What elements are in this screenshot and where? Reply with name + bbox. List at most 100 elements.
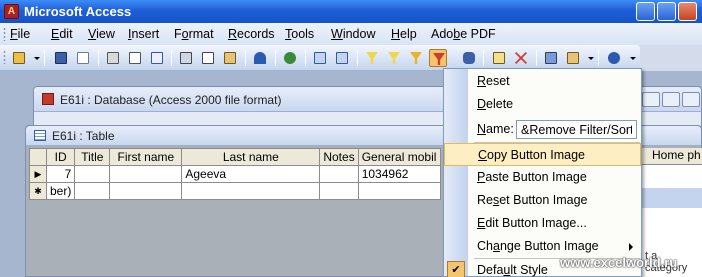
apply-filter-icon[interactable] [407, 49, 425, 67]
menu-item-label: Default Style [477, 263, 548, 277]
sort-ascending-icon[interactable] [311, 49, 329, 67]
toolbar-separator [171, 50, 172, 66]
table-cell[interactable] [181, 182, 321, 200]
remove-filter-sort-icon[interactable] [429, 49, 447, 67]
menu-item-reset-button-image[interactable]: Reset Button Image [444, 189, 641, 212]
table-cell[interactable]: Ageeva [181, 165, 321, 183]
menu-edit[interactable]: Edit [51, 27, 73, 41]
toolbar-options-arrow[interactable] [630, 57, 636, 60]
database-window-icon[interactable] [542, 49, 560, 67]
table-cell[interactable] [109, 182, 183, 200]
search-file-icon[interactable] [74, 49, 92, 67]
menu-item-delete[interactable]: Delete [444, 93, 641, 116]
table-cell[interactable] [319, 182, 359, 200]
menu-item-label: Reset Button Image [477, 193, 588, 207]
title-bar: A Microsoft Access [0, 0, 702, 23]
menu-item-copy-button-image[interactable]: Copy Button Image [444, 143, 641, 166]
column-header[interactable]: General mobil [357, 148, 441, 166]
paste-icon[interactable] [221, 49, 239, 67]
cut-icon[interactable] [177, 49, 195, 67]
menubar-grip[interactable] [3, 27, 6, 41]
save-icon[interactable] [52, 49, 70, 67]
new-record-icon[interactable] [490, 49, 508, 67]
toolbar-separator [305, 50, 306, 66]
database-maximize-button[interactable] [662, 92, 680, 107]
menu-adobe-pdf[interactable]: Adobe PDF [431, 27, 496, 41]
database-window-title: E61i : Database (Access 2000 file format… [60, 93, 282, 107]
submenu-arrow-icon [629, 243, 633, 251]
menu-file[interactable]: File [10, 27, 30, 41]
copy-icon[interactable] [199, 49, 217, 67]
button-name-field[interactable] [516, 120, 637, 139]
menu-insert[interactable]: Insert [128, 27, 159, 41]
menu-item-label: Paste Button Image [477, 170, 587, 184]
menu-format[interactable]: Format [174, 27, 214, 41]
view-dropdown-arrow[interactable] [34, 57, 40, 60]
table-cell[interactable]: 7 [45, 165, 76, 183]
database-minimize-button[interactable] [642, 92, 660, 107]
print-preview-icon[interactable] [126, 49, 144, 67]
table-cell[interactable] [319, 165, 359, 183]
home-phone-column-header[interactable]: Home ph [641, 148, 702, 165]
menu-item-label: Change Button Image [477, 239, 599, 253]
hyperlink-icon[interactable] [281, 49, 299, 67]
menu-item-label: Copy Button Image [478, 148, 586, 162]
maximize-button[interactable] [657, 2, 676, 21]
menu-records[interactable]: Records [228, 27, 275, 41]
table-window-title: E61i : Table [52, 129, 115, 143]
menu-item-paste-button-image[interactable]: Paste Button Image [444, 166, 641, 189]
datasheet-grid: ID Title First name Last name Notes Gene… [29, 148, 441, 200]
checkmark-icon: ✔ [447, 261, 465, 277]
menu-view[interactable]: View [88, 27, 115, 41]
menu-bar: File Edit View Insert Format Records Too… [0, 23, 702, 45]
database-close-button[interactable] [682, 92, 700, 107]
column-header[interactable]: ID [45, 148, 76, 166]
table-row: ▶ 7 Ageeva 1034962 [29, 165, 441, 183]
column-header[interactable]: Notes [319, 148, 359, 166]
toolbar-grip[interactable] [3, 50, 6, 64]
filter-by-selection-icon[interactable] [363, 49, 381, 67]
select-all-corner[interactable] [29, 148, 47, 166]
menu-window[interactable]: Window [331, 27, 375, 41]
menu-tools[interactable]: Tools [285, 27, 314, 41]
name-field-label: Name: [477, 122, 514, 136]
toolbar-separator [483, 50, 484, 66]
toolbar-separator [275, 50, 276, 66]
toolbar-separator [245, 50, 246, 66]
new-record-selector[interactable]: ✱ [29, 182, 47, 200]
new-object-icon[interactable] [564, 49, 582, 67]
sort-descending-icon[interactable] [333, 49, 351, 67]
find-icon[interactable] [460, 49, 478, 67]
view-design-icon[interactable] [10, 49, 28, 67]
menu-help[interactable]: Help [391, 27, 417, 41]
new-object-dropdown-arrow[interactable] [588, 57, 594, 60]
table-cell[interactable] [357, 182, 441, 200]
print-icon[interactable] [104, 49, 122, 67]
table-cell[interactable] [74, 182, 111, 200]
column-header[interactable]: Last name [181, 148, 321, 166]
toolbar-separator [536, 50, 537, 66]
table-cell[interactable]: ber) [45, 182, 76, 200]
undo-icon[interactable] [251, 49, 269, 67]
menu-item-name: Name: [444, 118, 641, 141]
toolbar-separator [598, 50, 599, 66]
table-row-new: ✱ ber) [29, 182, 441, 200]
menu-item-label: Reset [477, 74, 510, 88]
table-cell[interactable] [109, 165, 183, 183]
column-header[interactable]: Title [74, 148, 111, 166]
help-icon[interactable] [605, 49, 623, 67]
close-button[interactable] [678, 2, 697, 21]
table-cell[interactable]: 1034962 [357, 165, 441, 183]
menu-item-reset[interactable]: Reset [444, 70, 641, 93]
column-header[interactable]: First name [109, 148, 183, 166]
watermark-text: www.excelworld.ru [560, 255, 678, 270]
record-selector[interactable]: ▶ [29, 165, 47, 183]
menu-item-edit-button-image[interactable]: Edit Button Image... [444, 212, 641, 235]
minimize-button[interactable] [636, 2, 655, 21]
table-cell[interactable] [74, 165, 111, 183]
filter-by-form-icon[interactable] [385, 49, 403, 67]
access-app-icon[interactable]: A [4, 4, 19, 19]
spelling-icon[interactable] [148, 49, 166, 67]
delete-record-icon[interactable] [512, 49, 530, 67]
table-icon [34, 130, 46, 141]
